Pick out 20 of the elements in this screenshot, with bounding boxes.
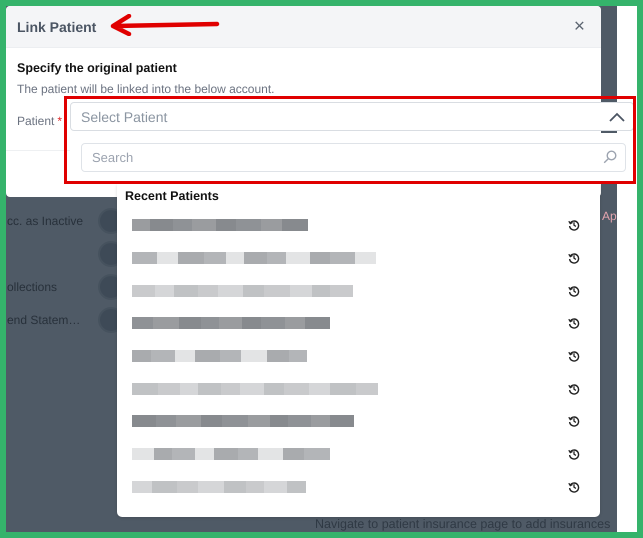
section-heading: Specify the original patient <box>17 61 178 75</box>
side-link[interactable]: Ap <box>602 209 617 223</box>
required-mark: * <box>57 114 62 128</box>
history-icon <box>568 252 580 264</box>
history-icon <box>568 448 580 460</box>
dialog-title: Link Patient <box>17 18 96 34</box>
description-text: The patient will be linked into the below account. <box>17 82 276 96</box>
search-field[interactable]: Search <box>81 143 626 172</box>
history-icon <box>568 219 580 232</box>
history-icon <box>568 480 580 493</box>
list-heading: Recent Patients <box>124 188 220 205</box>
history-icon <box>568 350 580 362</box>
history-icon <box>568 415 580 428</box>
close-button[interactable]: × <box>570 16 589 38</box>
chevron-icon <box>609 112 625 122</box>
history-icon <box>568 382 580 395</box>
history-icon <box>568 284 580 297</box>
search-icon <box>603 150 617 164</box>
field-label: Patient <box>17 114 54 128</box>
history-icon <box>568 317 580 330</box>
